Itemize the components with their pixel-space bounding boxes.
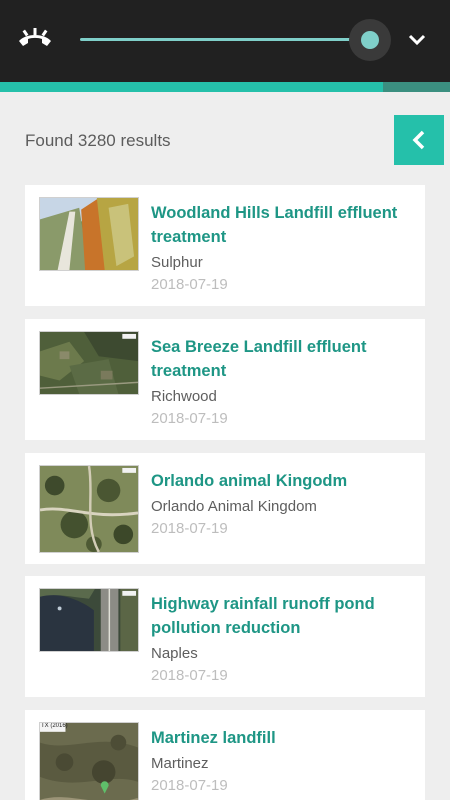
result-title[interactable]: Highway rainfall runoff pond pollution r… (151, 592, 413, 640)
result-subtitle: Richwood (151, 388, 217, 405)
result-thumbnail (39, 465, 139, 553)
result-thumbnail (39, 588, 139, 652)
result-subtitle: Sulphur (151, 254, 203, 271)
result-card[interactable]: Woodland Hills Landfill effluent treatme… (25, 185, 425, 306)
result-subtitle: Orlando Animal Kingdom (151, 498, 317, 515)
result-date: 2018-07-19 (151, 410, 228, 427)
result-date: 2018-07-19 (151, 520, 228, 537)
result-date: 2018-07-19 (151, 777, 228, 794)
result-date: 2018-07-19 (151, 276, 228, 293)
result-card[interactable]: Highway rainfall runoff pond pollution r… (25, 576, 425, 697)
result-title[interactable]: Orlando animal Kingodm (151, 469, 413, 493)
result-thumbnail: TX (2016) (39, 722, 139, 800)
back-button[interactable] (394, 115, 444, 165)
volume-slider-thumb[interactable] (361, 31, 379, 49)
result-thumbnail (39, 331, 139, 395)
result-card[interactable]: Sea Breeze Landfill effluent treatment R… (25, 319, 425, 440)
result-title[interactable]: Martinez landfill (151, 726, 413, 750)
result-subtitle: Naples (151, 645, 198, 662)
chevron-down-icon[interactable] (404, 28, 430, 50)
phone-hangup-icon[interactable] (16, 26, 54, 52)
result-title[interactable]: Woodland Hills Landfill effluent treatme… (151, 201, 413, 249)
result-date: 2018-07-19 (151, 667, 228, 684)
result-thumbnail (39, 197, 139, 271)
result-card[interactable]: Orlando animal Kingodm Orlando Animal Ki… (25, 453, 425, 564)
top-bar (0, 0, 450, 82)
thumbnail-label: TX (2016) (41, 723, 68, 729)
results-count: Found 3280 results (25, 131, 171, 150)
result-card[interactable]: TX (2016) Martinez landfill Martinez 201… (25, 710, 425, 800)
result-title[interactable]: Sea Breeze Landfill effluent treatment (151, 335, 413, 383)
result-subtitle: Martinez (151, 755, 209, 772)
volume-slider-track[interactable] (80, 38, 372, 41)
progress-bar (0, 82, 450, 92)
progress-bar-fill (0, 82, 383, 92)
chevron-left-icon (412, 130, 425, 150)
